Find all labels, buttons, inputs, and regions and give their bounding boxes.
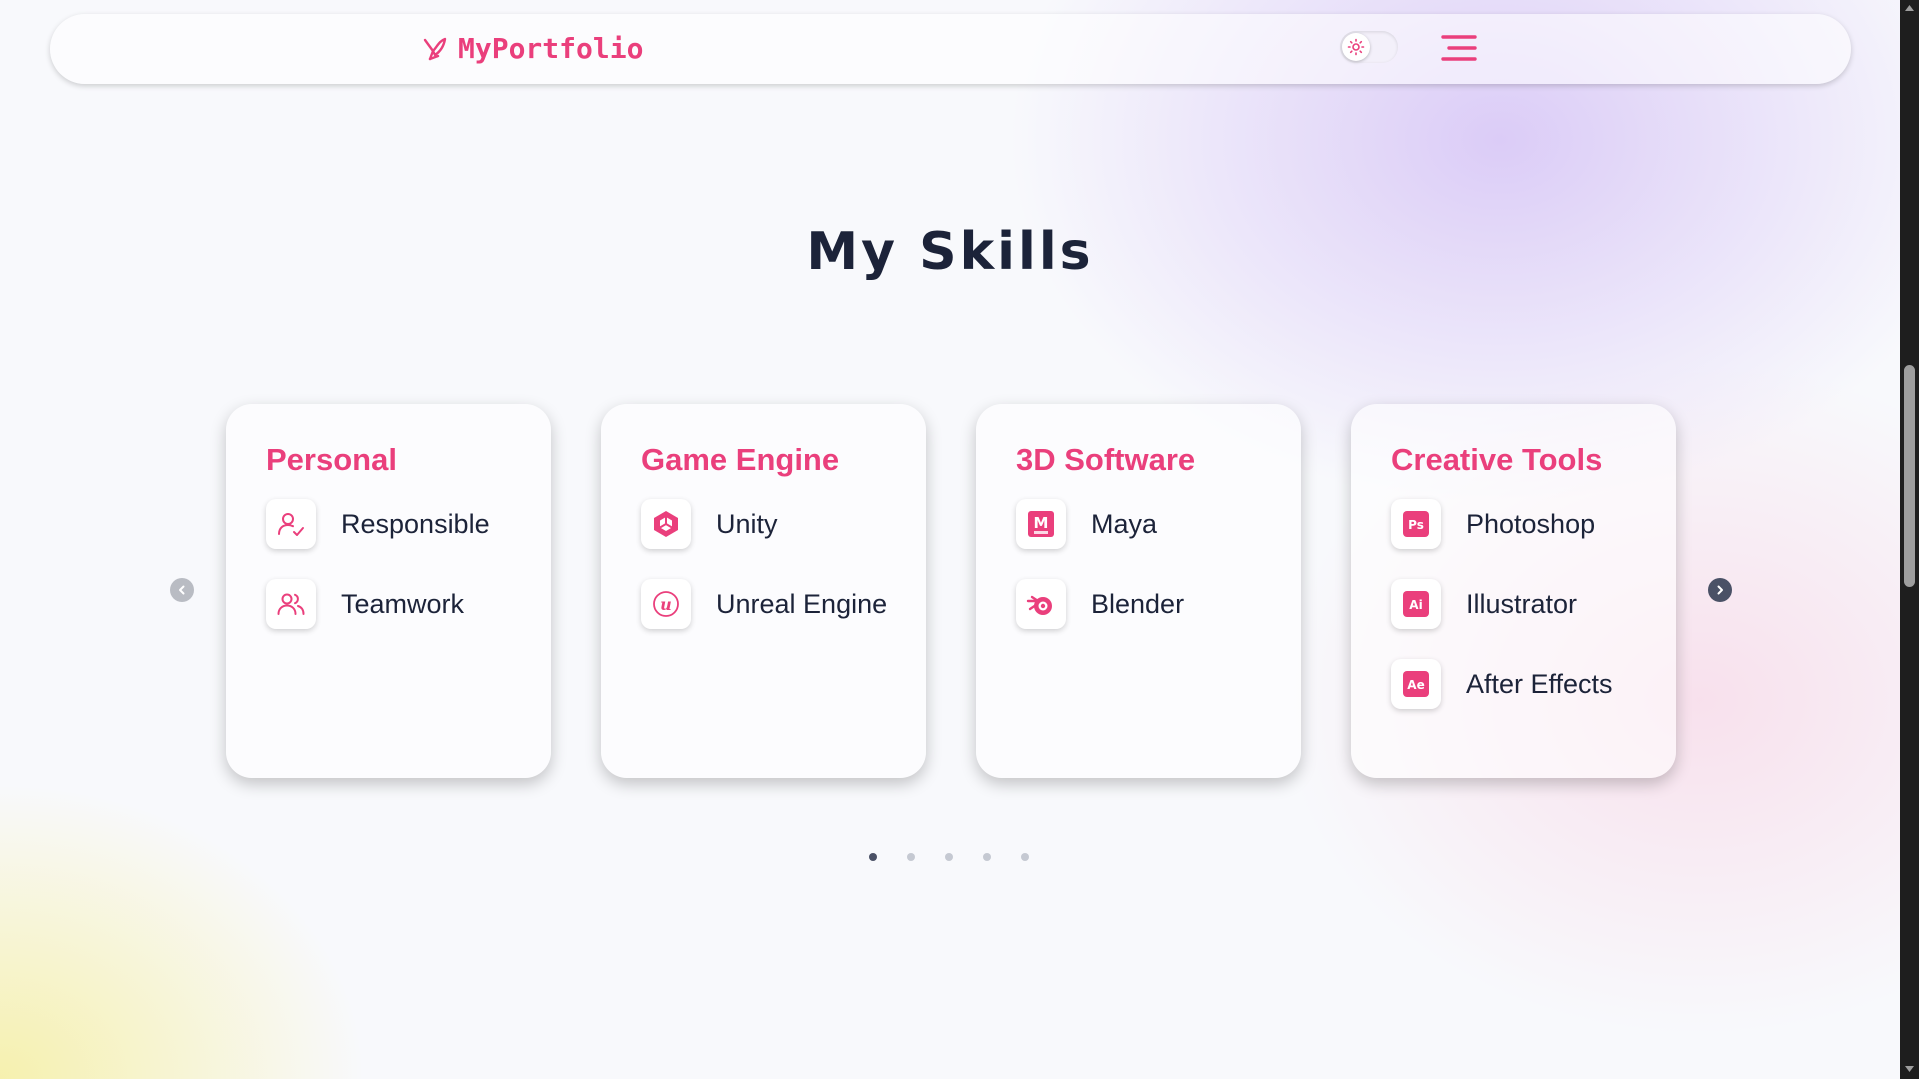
logo[interactable]: MyPortfolio [420,32,643,65]
skill-item: Unity [641,498,926,550]
svg-text:Ai: Ai [1409,598,1422,612]
users-icon [266,579,316,629]
skill-label: Photoshop [1466,508,1596,539]
photoshop-icon: Ps [1391,499,1441,549]
blender-icon [1016,579,1066,629]
feather-pen-icon [420,34,450,64]
svg-text:M: M [1034,514,1049,532]
hamburger-menu-icon[interactable] [1440,32,1478,64]
skill-label: After Effects [1466,668,1613,699]
svg-text:Ps: Ps [1408,518,1424,532]
carousel-dot[interactable] [869,853,877,861]
carousel-pagination [869,853,1029,861]
carousel-dot[interactable] [907,853,915,861]
skill-label: Responsible [341,508,490,539]
skill-label: Unreal Engine [716,588,888,619]
skill-item: u Unreal Engine [641,578,926,630]
skill-label: Maya [1091,508,1158,539]
skill-item: Blender [1016,578,1301,630]
carousel-dot[interactable] [983,853,991,861]
card-title: 3D Software [1016,442,1196,477]
carousel-dot[interactable] [1021,853,1029,861]
chevron-right-icon [1717,585,1723,595]
sun-icon [1342,33,1370,61]
skill-label: Blender [1091,588,1185,619]
svg-text:Ae: Ae [1407,678,1424,692]
svg-text:u: u [660,595,672,614]
carousel-prev-button[interactable] [170,578,194,602]
theme-toggle[interactable] [1340,31,1398,63]
after-effects-icon: Ae [1391,659,1441,709]
skill-item: Ps Photoshop [1391,498,1676,550]
scrollbar-thumb[interactable] [1904,365,1915,587]
skill-card-3d-software: 3D Software M Maya Blender [976,404,1301,778]
skill-card-game-engine: Game Engine Unity u Unreal Engine [601,404,926,778]
skill-card-creative-tools: Creative Tools Ps Photoshop Ai Illustrat… [1351,404,1676,778]
skill-label: Teamwork [341,588,465,619]
card-title: Personal [266,442,397,477]
logo-text: MyPortfolio [458,32,644,65]
card-title: Game Engine [641,442,840,477]
unity-icon [641,499,691,549]
carousel-dot[interactable] [945,853,953,861]
navbar: MyPortfolio [50,14,1851,84]
skill-label: Unity [716,508,778,539]
skill-item: Ai Illustrator [1391,578,1676,630]
unreal-engine-icon: u [641,579,691,629]
skill-item: Ae After Effects [1391,658,1676,710]
user-check-icon [266,499,316,549]
scroll-up-icon[interactable] [1904,3,1915,13]
illustrator-icon: Ai [1391,579,1441,629]
skill-card-personal: Personal Responsible Teamwork [226,404,551,778]
maya-icon: M [1016,499,1066,549]
skill-item: Teamwork [266,578,551,630]
scroll-down-icon[interactable] [1904,1064,1915,1074]
skill-label: Illustrator [1466,588,1578,619]
section-title: My Skills [806,222,1094,282]
chevron-left-icon [179,585,185,595]
carousel-next-button[interactable] [1708,578,1732,602]
page-scrollbar[interactable] [1900,0,1919,1079]
skill-item: M Maya [1016,498,1301,550]
skill-item: Responsible [266,498,551,550]
card-title: Creative Tools [1391,442,1603,477]
